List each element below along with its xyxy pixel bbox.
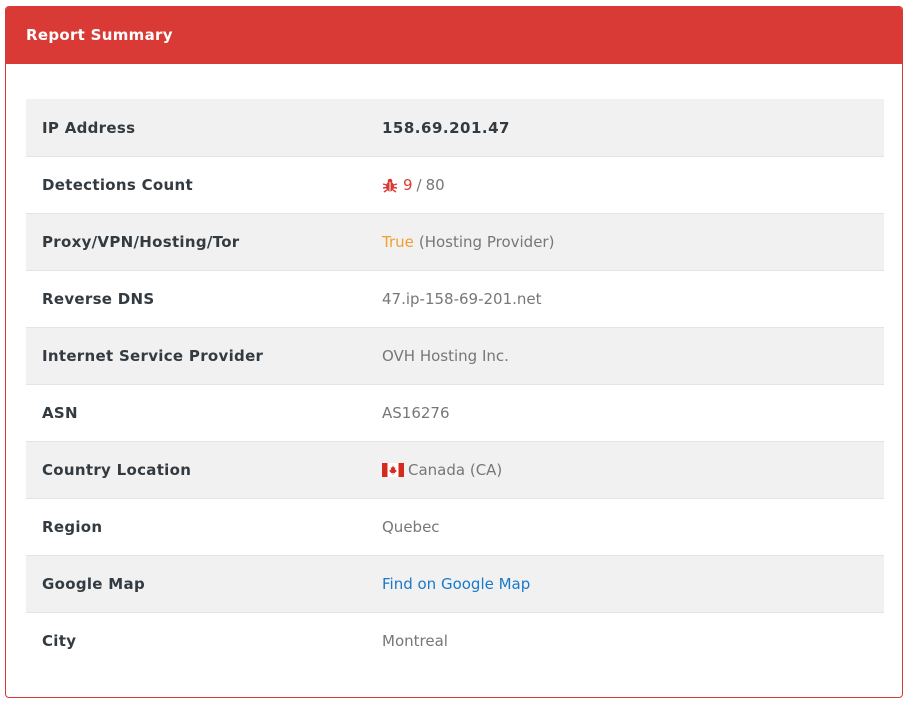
detections-count: 9 bbox=[403, 176, 413, 194]
city-value: Montreal bbox=[382, 632, 448, 650]
row-label: Detections Count bbox=[42, 176, 193, 194]
ip-address-value: 158.69.201.47 bbox=[382, 118, 510, 137]
table-row-reverse-dns: Reverse DNS 47.ip-158-69-201.net bbox=[26, 270, 884, 327]
row-label: ASN bbox=[42, 404, 78, 422]
proxy-value: True (Hosting Provider) bbox=[382, 233, 884, 251]
detections-separator: / bbox=[416, 176, 422, 194]
table-row-asn: ASN AS16276 bbox=[26, 384, 884, 441]
table-row-detections: Detections Count 9 / 80 bbox=[26, 156, 884, 213]
row-label: Country Location bbox=[42, 461, 192, 479]
table-row-proxy: Proxy/VPN/Hosting/Tor True (Hosting Prov… bbox=[26, 213, 884, 270]
proxy-detail: (Hosting Provider) bbox=[418, 233, 555, 251]
google-map-link[interactable]: Find on Google Map bbox=[382, 575, 530, 593]
table-row-google-map: Google Map Find on Google Map bbox=[26, 555, 884, 612]
row-label: Reverse DNS bbox=[42, 290, 155, 308]
canada-flag-icon bbox=[382, 463, 404, 477]
detections-value: 9 / 80 bbox=[382, 176, 884, 194]
row-label: IP Address bbox=[42, 118, 136, 137]
isp-value: OVH Hosting Inc. bbox=[382, 347, 509, 365]
table-row-country: Country Location Canada (CA) bbox=[26, 441, 884, 498]
row-label: Google Map bbox=[42, 575, 145, 593]
bug-icon bbox=[382, 177, 398, 193]
row-label: City bbox=[42, 632, 77, 650]
detections-total: 80 bbox=[425, 176, 445, 194]
reverse-dns-value: 47.ip-158-69-201.net bbox=[382, 290, 542, 308]
asn-value: AS16276 bbox=[382, 404, 450, 422]
table-row-isp: Internet Service Provider OVH Hosting In… bbox=[26, 327, 884, 384]
row-label: Internet Service Provider bbox=[42, 347, 264, 365]
proxy-flag: True bbox=[382, 233, 414, 251]
report-summary-panel: Report Summary IP Address 158.69.201.47 … bbox=[5, 6, 903, 698]
table-row-region: Region Quebec bbox=[26, 498, 884, 555]
table-row-city: City Montreal bbox=[26, 612, 884, 669]
region-value: Quebec bbox=[382, 518, 440, 536]
country-name: Canada (CA) bbox=[408, 461, 503, 479]
row-label: Region bbox=[42, 518, 103, 536]
row-label: Proxy/VPN/Hosting/Tor bbox=[42, 233, 240, 251]
table-row-ip-address: IP Address 158.69.201.47 bbox=[26, 99, 884, 156]
google-map-value: Find on Google Map bbox=[382, 575, 884, 593]
panel-title: Report Summary bbox=[6, 7, 902, 64]
report-table: IP Address 158.69.201.47 Detections Coun… bbox=[26, 99, 884, 669]
country-value: Canada (CA) bbox=[382, 461, 884, 479]
